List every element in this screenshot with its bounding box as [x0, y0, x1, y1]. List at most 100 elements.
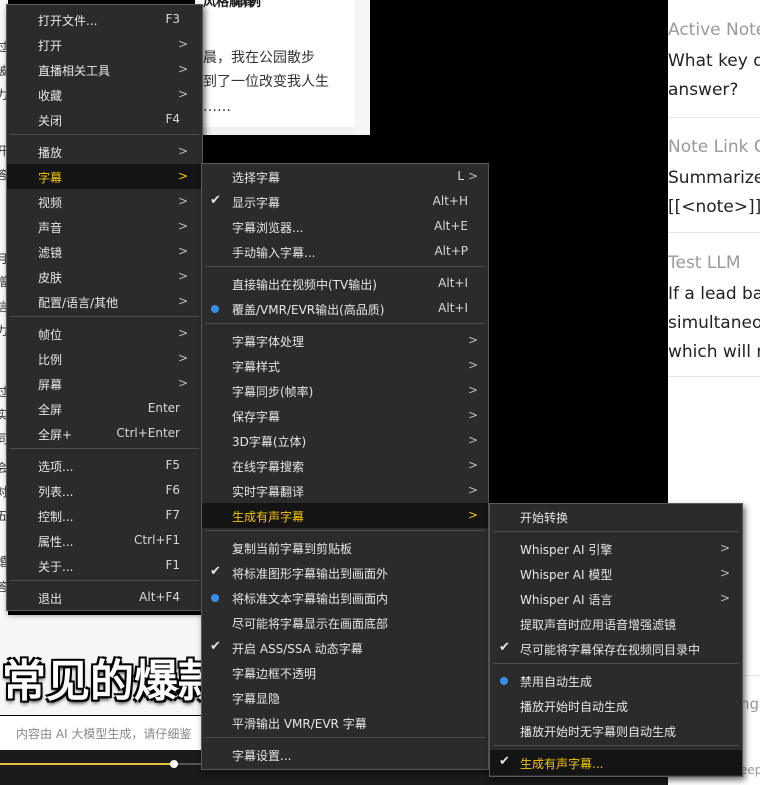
menu-item-3d字幕-立体[interactable]: 3D字幕(立体) > [202, 428, 488, 453]
note-card[interactable]: Active Note I What key qu answer? [668, 20, 760, 105]
menu-item-shortcut: L [457, 169, 464, 183]
note-card[interactable]: Test LLM If a lead ball simultaneous whi… [668, 253, 760, 367]
menu-item-shortcut: F3 [165, 12, 180, 26]
menu-item-生成有声字幕[interactable]: 生成有声字幕 > [202, 503, 488, 528]
menu-item-属性[interactable]: 属性... Ctrl+F1 [7, 528, 202, 553]
menu-item-label: 尽可能将字幕保存在视频同目录中 [520, 643, 701, 657]
menu-item-字幕同步-帧率[interactable]: 字幕同步(帧率) > [202, 378, 488, 403]
menu-item-shortcut: Ctrl+F1 [134, 533, 180, 547]
menu-item-选择字幕[interactable]: 选择字幕 L > [202, 164, 488, 189]
card-header-right: 示例 [235, 0, 262, 10]
menu-item-label: 尽可能将字幕显示在画面底部 [232, 617, 389, 631]
note-body-line: If a lead ball [668, 284, 760, 304]
menu-item-label: 开始转换 [520, 511, 569, 525]
menu-item-实时字幕翻译[interactable]: 实时字幕翻译 > [202, 478, 488, 503]
checkmark-icon: ✔ [210, 193, 221, 208]
menu-separator [493, 745, 739, 746]
menu-item-label: 直播相关工具 [38, 64, 111, 78]
menu-item-复制当前字幕到剪贴板[interactable]: 复制当前字幕到剪贴板 [202, 535, 488, 560]
menu-item-字幕边框不透明[interactable]: 字幕边框不透明 [202, 660, 488, 685]
card-side-panel [355, 0, 370, 135]
menu-item-播放开始时自动生成[interactable]: 播放开始时自动生成 [490, 693, 742, 718]
menu-item-label: 帧位 [38, 328, 63, 342]
menu-item-label: 属性... [38, 535, 74, 549]
menu-item-显示字幕[interactable]: ✔ 显示字幕 Alt+H [202, 189, 488, 214]
menu-item-开启-ass-ssa-动态字幕[interactable]: ✔ 开启 ASS/SSA 动态字幕 [202, 635, 488, 660]
submenu-arrow-icon: > [177, 37, 188, 51]
menu-item-字幕浏览器[interactable]: 字幕浏览器... Alt+E [202, 214, 488, 239]
note-title: Test LLM [668, 253, 741, 273]
menu-item-全屏[interactable]: 全屏 Enter [7, 396, 202, 421]
menu-separator [10, 580, 199, 581]
progress-fill [0, 763, 174, 765]
menu-item-皮肤[interactable]: 皮肤 > [7, 264, 202, 289]
menu-item-whisper-ai-模型[interactable]: Whisper AI 模型 > [490, 561, 742, 586]
menu-item-label: 播放开始时自动生成 [520, 700, 629, 714]
menu-item-whisper-ai-引擎[interactable]: Whisper AI 引擎 > [490, 536, 742, 561]
menu-item-控制[interactable]: 控制... F7 [7, 503, 202, 528]
note-body-line: which will rea [668, 342, 760, 362]
menu-item-字幕设置[interactable]: 字幕设置... [202, 742, 488, 767]
menu-item-字幕[interactable]: 字幕 > [7, 164, 202, 189]
menu-item-手动输入字幕[interactable]: 手动输入字幕... Alt+P [202, 239, 488, 264]
menu-item-播放开始时无字幕则自动生成[interactable]: 播放开始时无字幕则自动生成 [490, 718, 742, 743]
menu-item-直接输出在视频中-tv输出[interactable]: 直接输出在视频中(TV输出) Alt+I [202, 271, 488, 296]
menu-item-shortcut: Enter [147, 401, 180, 415]
menu-item-在线字幕搜索[interactable]: 在线字幕搜索 > [202, 453, 488, 478]
progress-knob[interactable] [170, 760, 178, 768]
submenu-arrow-icon: > [177, 326, 188, 340]
note-body-line: What key qu [668, 51, 760, 71]
menu-item-label: 字幕显隐 [232, 692, 281, 706]
menu-item-将标准文本字幕输出到画面内[interactable]: 将标准文本字幕输出到画面内 [202, 585, 488, 610]
menu-item-直播相关工具[interactable]: 直播相关工具 > [7, 57, 202, 82]
menu-item-禁用自动生成[interactable]: 禁用自动生成 [490, 668, 742, 693]
menu-item-全屏[interactable]: 全屏+ Ctrl+Enter [7, 421, 202, 446]
menu-item-退出[interactable]: 退出 Alt+F4 [7, 585, 202, 610]
menu-item-播放[interactable]: 播放 > [7, 139, 202, 164]
menu-item-滤镜[interactable]: 滤镜 > [7, 239, 202, 264]
menu-item-打开文件[interactable]: 打开文件... F3 [7, 7, 202, 32]
menu-item-whisper-ai-语言[interactable]: Whisper AI 语言 > [490, 586, 742, 611]
menu-item-选项[interactable]: 选项... F5 [7, 453, 202, 478]
menu-item-字幕样式[interactable]: 字幕样式 > [202, 353, 488, 378]
menu-item-尽可能将字幕显示在画面底部[interactable]: 尽可能将字幕显示在画面底部 [202, 610, 488, 635]
card-line: 到了一位改变我人生 [203, 74, 329, 90]
menu-item-声音[interactable]: 声音 > [7, 214, 202, 239]
menu-item-将标准图形字幕输出到画面外[interactable]: ✔ 将标准图形字幕输出到画面外 [202, 560, 488, 585]
menu-item-覆盖-vmr-evr输出-高品质[interactable]: 覆盖/VMR/EVR输出(高品质) Alt+I [202, 296, 488, 321]
submenu-arrow-icon: > [177, 194, 188, 208]
menu-item-屏幕[interactable]: 屏幕 > [7, 371, 202, 396]
menu-item-比例[interactable]: 比例 > [7, 346, 202, 371]
menu-item-收藏[interactable]: 收藏 > [7, 82, 202, 107]
menu-item-shortcut: Ctrl+Enter [116, 426, 180, 440]
menu-item-label: 字幕设置... [232, 749, 292, 763]
note-card[interactable]: Note Link Ch Summarize t [[<note>]]. [668, 137, 760, 222]
context-menu-subtitle: 选择字幕 L > ✔ 显示字幕 Alt+H 字幕浏览器... Alt+E 手动输入字幕... Al… [201, 163, 489, 770]
menu-item-配置-语言-其他[interactable]: 配置/语言/其他 > [7, 289, 202, 314]
menu-item-label: 开启 ASS/SSA 动态字幕 [232, 642, 363, 656]
menu-separator [10, 134, 199, 135]
menu-item-字幕显隐[interactable]: 字幕显隐 [202, 685, 488, 710]
menu-item-shortcut: Alt+I [438, 276, 468, 290]
menu-item-列表[interactable]: 列表... F6 [7, 478, 202, 503]
menu-item-label: 全屏+ [38, 428, 73, 442]
card-line: 晨，我在公园散步 [203, 50, 315, 66]
menu-item-平滑输出-vmr-evr-字幕[interactable]: 平滑输出 VMR/EVR 字幕 [202, 710, 488, 735]
menu-item-开始转换[interactable]: 开始转换 [490, 504, 742, 529]
menu-item-label: 保存字幕 [232, 410, 281, 424]
menu-item-打开[interactable]: 打开 > [7, 32, 202, 57]
menu-item-提取声音时应用语音增强滤镜[interactable]: 提取声音时应用语音增强滤镜 [490, 611, 742, 636]
menu-item-字幕字体处理[interactable]: 字幕字体处理 > [202, 328, 488, 353]
submenu-arrow-icon: > [467, 483, 478, 497]
menu-item-生成有声字幕[interactable]: ✔ 生成有声字幕... [490, 750, 742, 775]
menu-item-帧位[interactable]: 帧位 > [7, 321, 202, 346]
menu-item-label: 将标准图形字幕输出到画面外 [232, 567, 389, 581]
menu-item-尽可能将字幕保存在视频同目录中[interactable]: ✔ 尽可能将字幕保存在视频同目录中 [490, 636, 742, 661]
menu-item-关闭[interactable]: 关闭 F4 [7, 107, 202, 132]
menu-item-视频[interactable]: 视频 > [7, 189, 202, 214]
menu-item-label: 字幕 [38, 171, 63, 185]
menu-item-保存字幕[interactable]: 保存字幕 > [202, 403, 488, 428]
menu-separator [205, 323, 485, 324]
submenu-arrow-icon: > [467, 433, 478, 447]
menu-item-关于[interactable]: 关于... F1 [7, 553, 202, 578]
